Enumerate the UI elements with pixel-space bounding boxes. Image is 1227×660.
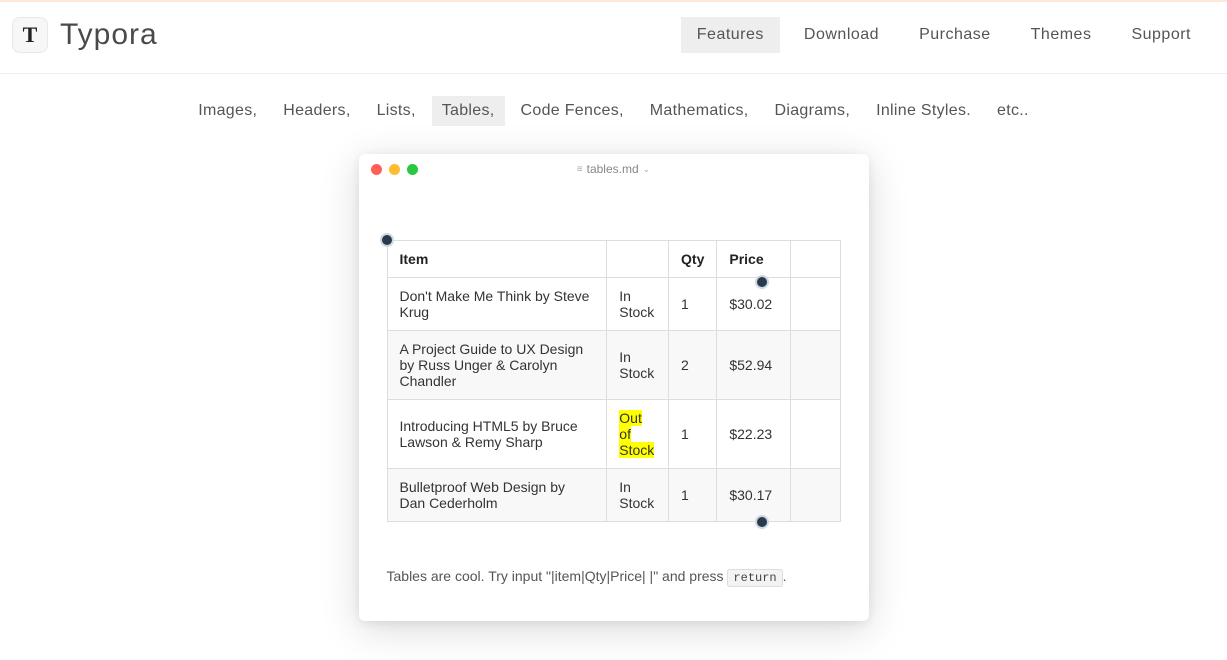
resize-handle-top-right[interactable]: [755, 275, 769, 289]
feature-tabs: Images,Headers,Lists,Tables,Code Fences,…: [0, 74, 1227, 144]
cell-item[interactable]: Bulletproof Web Design by Dan Cederholm: [387, 469, 607, 522]
filename: tables.md: [587, 162, 639, 176]
cell-price[interactable]: $52.94: [717, 331, 790, 400]
feature-tab[interactable]: Headers,: [273, 96, 360, 126]
resize-handle-bottom-right[interactable]: [755, 515, 769, 529]
cell-empty[interactable]: [790, 331, 840, 400]
caption-prefix: Tables are cool. Try input "|item|Qty|Pr…: [387, 568, 728, 584]
nav-item-features[interactable]: Features: [681, 17, 780, 53]
feature-tab[interactable]: Mathematics,: [640, 96, 759, 126]
main-nav: FeaturesDownloadPurchaseThemesSupport: [681, 17, 1207, 53]
feature-tab[interactable]: Diagrams,: [765, 96, 861, 126]
table-row[interactable]: A Project Guide to UX Design by Russ Ung…: [387, 331, 840, 400]
cell-qty[interactable]: 1: [669, 400, 717, 469]
cell-item[interactable]: Introducing HTML5 by Bruce Lawson & Remy…: [387, 400, 607, 469]
close-icon[interactable]: [371, 164, 382, 175]
table-header[interactable]: [607, 241, 669, 278]
table-header[interactable]: Item: [387, 241, 607, 278]
caption-text: Tables are cool. Try input "|item|Qty|Pr…: [387, 568, 841, 585]
cell-qty[interactable]: 2: [669, 331, 717, 400]
cell-qty[interactable]: 1: [669, 278, 717, 331]
chevron-down-icon: ⌄: [643, 164, 651, 175]
table-header[interactable]: Qty: [669, 241, 717, 278]
window-title: ≡ tables.md ⌄: [359, 162, 869, 176]
table-row[interactable]: Don't Make Me Think by Steve KrugIn Stoc…: [387, 278, 840, 331]
file-icon: ≡: [577, 164, 583, 175]
resize-handle-top-left[interactable]: [380, 233, 394, 247]
site-header: T Typora FeaturesDownloadPurchaseThemesS…: [0, 2, 1227, 74]
nav-item-themes[interactable]: Themes: [1015, 17, 1108, 53]
brand[interactable]: T Typora: [12, 17, 158, 53]
demo-table[interactable]: Item QtyPrice Don't Make Me Think by Stev…: [387, 240, 841, 522]
window-title-bar: ≡ tables.md ⌄: [359, 154, 869, 184]
caption-suffix: .: [783, 568, 787, 584]
cell-item[interactable]: A Project Guide to UX Design by Russ Ung…: [387, 331, 607, 400]
cell-empty[interactable]: [790, 278, 840, 331]
feature-tab[interactable]: Images,: [188, 96, 267, 126]
minimize-icon[interactable]: [389, 164, 400, 175]
nav-item-support[interactable]: Support: [1115, 17, 1207, 53]
cell-stock[interactable]: In Stock: [607, 469, 669, 522]
feature-tab[interactable]: Lists,: [367, 96, 426, 126]
table-editor[interactable]: Item QtyPrice Don't Make Me Think by Stev…: [387, 240, 841, 522]
cell-price[interactable]: $30.17: [717, 469, 790, 522]
cell-stock[interactable]: Out of Stock: [607, 400, 669, 469]
table-header[interactable]: [790, 241, 840, 278]
cell-stock[interactable]: In Stock: [607, 278, 669, 331]
document-body[interactable]: Item QtyPrice Don't Make Me Think by Stev…: [359, 184, 869, 621]
cell-stock[interactable]: In Stock: [607, 331, 669, 400]
table-header[interactable]: Price: [717, 241, 790, 278]
cell-empty[interactable]: [790, 469, 840, 522]
brand-name: Typora: [60, 18, 158, 52]
cell-empty[interactable]: [790, 400, 840, 469]
cell-price[interactable]: $30.02: [717, 278, 790, 331]
nav-item-purchase[interactable]: Purchase: [903, 17, 1007, 53]
maximize-icon[interactable]: [407, 164, 418, 175]
table-row[interactable]: Introducing HTML5 by Bruce Lawson & Remy…: [387, 400, 840, 469]
demo-window: ≡ tables.md ⌄ Item QtyPrice Don't Make Me…: [359, 154, 869, 621]
table-row[interactable]: Bulletproof Web Design by Dan CederholmI…: [387, 469, 840, 522]
feature-tab[interactable]: etc..: [987, 96, 1039, 126]
feature-tab[interactable]: Tables,: [432, 96, 505, 126]
logo-icon: T: [12, 17, 48, 53]
keycap-return: return: [727, 569, 782, 587]
feature-tab[interactable]: Inline Styles.: [866, 96, 981, 126]
feature-tab[interactable]: Code Fences,: [511, 96, 634, 126]
cell-qty[interactable]: 1: [669, 469, 717, 522]
traffic-lights: [371, 164, 418, 175]
cell-price[interactable]: $22.23: [717, 400, 790, 469]
cell-item[interactable]: Don't Make Me Think by Steve Krug: [387, 278, 607, 331]
nav-item-download[interactable]: Download: [788, 17, 895, 53]
